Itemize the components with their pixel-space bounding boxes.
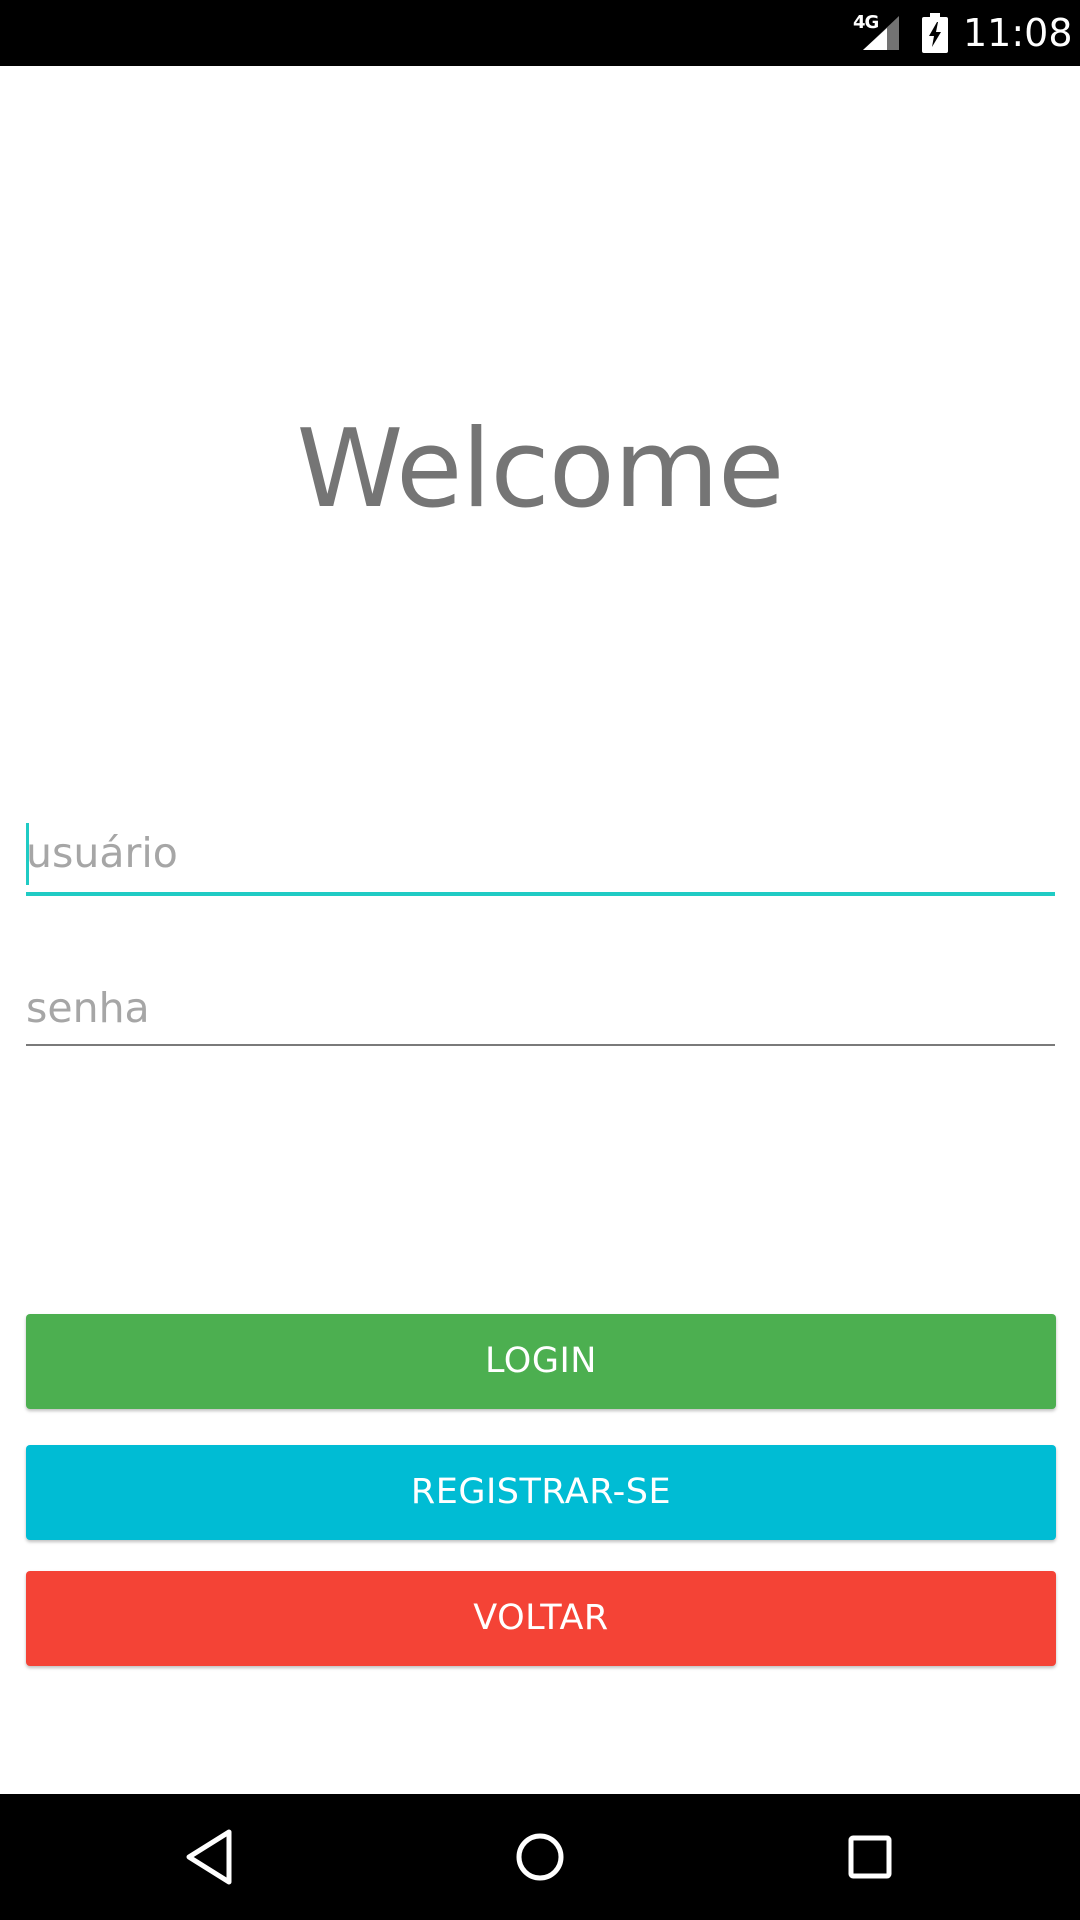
back-button[interactable]: VOLTAR xyxy=(26,1571,1056,1666)
username-field[interactable] xyxy=(26,810,1055,896)
login-button[interactable]: LOGIN xyxy=(26,1314,1056,1409)
username-input[interactable] xyxy=(26,810,1055,896)
signal-icon xyxy=(863,16,899,50)
password-underline xyxy=(26,1044,1055,1046)
password-input[interactable] xyxy=(26,968,1055,1048)
login-screen: 4G 11:08 Welcome LOGIN REGISTRAR-SE VOLT… xyxy=(0,0,1080,1920)
password-field[interactable] xyxy=(26,968,1055,1048)
navigation-bar xyxy=(0,1794,1080,1920)
register-button[interactable]: REGISTRAR-SE xyxy=(26,1445,1056,1540)
welcome-title: Welcome xyxy=(296,407,784,532)
text-cursor xyxy=(26,823,29,885)
home-icon[interactable] xyxy=(505,1822,575,1892)
clock-label: 11:08 xyxy=(963,11,1073,55)
status-bar: 4G 11:08 xyxy=(0,0,1080,66)
battery-charging-icon xyxy=(922,13,948,53)
recents-icon[interactable] xyxy=(835,1822,905,1892)
username-underline xyxy=(26,892,1055,896)
back-icon[interactable] xyxy=(175,1822,245,1892)
